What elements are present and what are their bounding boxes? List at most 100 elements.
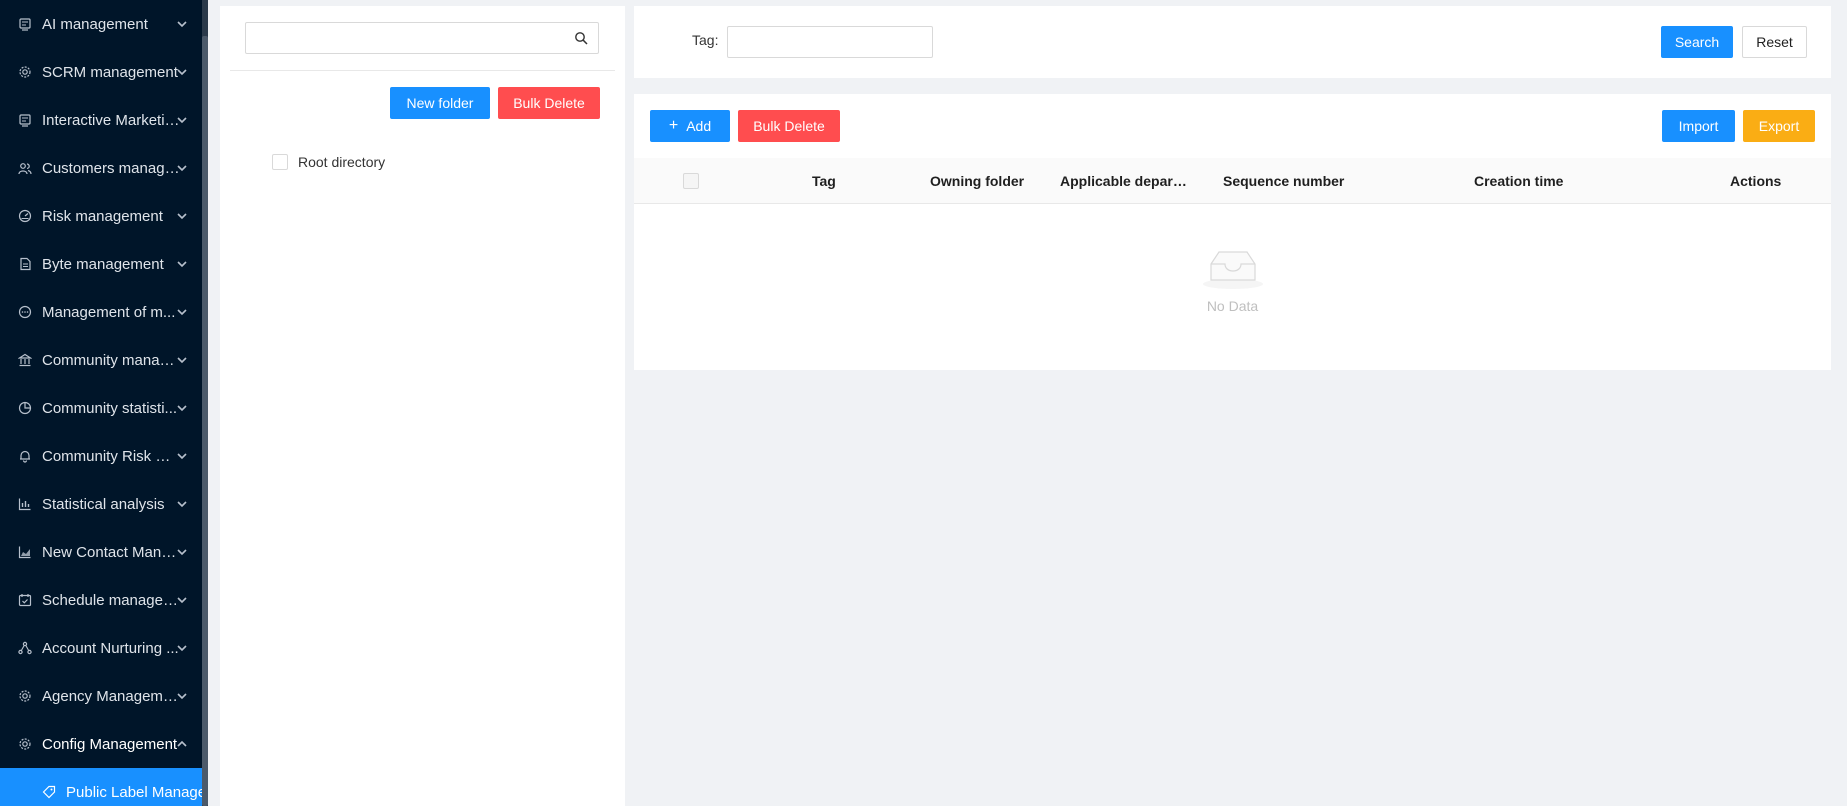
tag-filter-label: Tag: (692, 32, 719, 48)
users-icon (18, 161, 32, 175)
pie-chart-icon (18, 401, 32, 415)
gear-icon (18, 65, 32, 79)
add-button[interactable]: + Add (650, 110, 730, 142)
sidebar-item-label: Config Management (42, 735, 178, 753)
export-button[interactable]: Export (1743, 110, 1815, 142)
bank-icon (18, 353, 32, 367)
sidebar-item-management-of-m[interactable]: Management of m... (0, 288, 208, 336)
chat-icon (18, 305, 32, 319)
sidebar-item-label: AI management (42, 15, 148, 33)
sidebar-item-label: SCRM management (42, 63, 178, 81)
folder-divider (230, 70, 615, 71)
sidebar-item-label: Statistical analysis (42, 495, 165, 513)
gear-icon (18, 737, 32, 751)
chevron-down-icon (177, 261, 187, 268)
chevron-down-icon (177, 165, 187, 172)
plus-icon: + (668, 117, 679, 134)
chevron-down-icon (177, 453, 187, 460)
sidebar-item-label: Schedule managem... (42, 591, 180, 609)
sidebar-subitem-public-label-management[interactable]: Public Label Management (0, 768, 208, 806)
sidebar: AI management SCRM management Interactive … (0, 0, 208, 806)
column-header-tag[interactable]: Tag (812, 158, 902, 204)
reset-button[interactable]: Reset (1742, 26, 1807, 58)
dashboard-icon (18, 209, 32, 223)
sidebar-item-label: Community Risk Co... (42, 447, 180, 465)
file-icon (18, 257, 32, 271)
sidebar-item-community-statisti[interactable]: Community statisti... (0, 384, 208, 432)
chevron-down-icon (177, 117, 187, 124)
monitor-icon (18, 17, 32, 31)
column-header-applicable-department[interactable]: Applicable depart... (1060, 158, 1188, 204)
tag-filter-input[interactable] (727, 26, 933, 58)
sidebar-item-label: Community manag... (42, 351, 180, 369)
sidebar-item-ai-management[interactable]: AI management (0, 0, 208, 48)
bulk-delete-folder-button[interactable]: Bulk Delete (498, 87, 600, 119)
sidebar-item-label: Agency Management (42, 687, 180, 705)
column-header-sequence-number[interactable]: Sequence number (1223, 158, 1383, 204)
chevron-down-icon (177, 693, 187, 700)
select-all-checkbox[interactable] (683, 173, 699, 189)
root-checkbox[interactable] (272, 154, 288, 170)
bell-icon (18, 449, 32, 463)
chevron-down-icon (177, 213, 187, 220)
sidebar-item-interactive-marketing[interactable]: Interactive Marketing (0, 96, 208, 144)
no-data-text: No Data (1206, 298, 1259, 314)
search-button[interactable]: Search (1661, 26, 1733, 58)
sidebar-item-scrm-management[interactable]: SCRM management (0, 48, 208, 96)
chevron-down-icon (177, 69, 187, 76)
monitor-icon (18, 113, 32, 127)
table-panel: + Add Bulk Delete Import Export Tag Owni… (634, 94, 1831, 370)
chevron-down-icon (177, 501, 187, 508)
add-button-label: Add (686, 118, 712, 134)
column-header-actions[interactable]: Actions (1730, 158, 1810, 204)
sidebar-item-statistical-analysis[interactable]: Statistical analysis (0, 480, 208, 528)
sidebar-menu: AI management SCRM management Interactive … (0, 0, 208, 806)
sidebar-item-label: Community statisti... (42, 399, 178, 417)
sidebar-item-label: Risk management (42, 207, 163, 225)
sidebar-item-label: Account Nurturing ... (42, 639, 179, 657)
chevron-down-icon (177, 597, 187, 604)
search-icon[interactable] (574, 31, 588, 45)
sidebar-item-byte-management[interactable]: Byte management (0, 240, 208, 288)
sidebar-item-agency-management[interactable]: Agency Management (0, 672, 208, 720)
chevron-down-icon (177, 309, 187, 316)
folder-search-box (245, 22, 599, 54)
column-header-owning-folder[interactable]: Owning folder (930, 158, 1050, 204)
sidebar-subitem-label: Public Label Management (66, 783, 208, 801)
sidebar-item-config-management[interactable]: Config Management (0, 720, 208, 768)
import-button[interactable]: Import (1662, 110, 1735, 142)
bulk-delete-button[interactable]: Bulk Delete (738, 110, 840, 142)
tree-node-root[interactable]: Root directory (272, 154, 385, 170)
sidebar-item-risk-management[interactable]: Risk management (0, 192, 208, 240)
filter-panel: Tag: Search Reset (634, 6, 1831, 78)
chevron-down-icon (177, 357, 187, 364)
sidebar-item-schedule-managem[interactable]: Schedule managem... (0, 576, 208, 624)
sidebar-item-account-nurturing[interactable]: Account Nurturing ... (0, 624, 208, 672)
tag-icon (42, 785, 56, 799)
new-folder-button[interactable]: New folder (390, 87, 490, 119)
area-chart-icon (18, 545, 32, 559)
bar-chart-icon (18, 497, 32, 511)
folder-search-input[interactable] (246, 23, 556, 53)
chevron-down-icon (177, 549, 187, 556)
sidebar-scroll-thumb[interactable] (202, 36, 208, 806)
nodes-icon (18, 641, 32, 655)
chevron-up-icon (177, 740, 187, 747)
table-header: Tag Owning folder Applicable depart... S… (634, 158, 1831, 204)
sidebar-scrollbar[interactable] (202, 0, 208, 806)
sidebar-item-label: Management of m... (42, 303, 176, 321)
sidebar-item-customers-manage[interactable]: Customers manage... (0, 144, 208, 192)
chevron-down-icon (177, 21, 187, 28)
sidebar-item-label: Interactive Marketing (42, 111, 180, 129)
chevron-down-icon (177, 405, 187, 412)
folder-panel: New folder Bulk Delete Root directory (220, 6, 625, 806)
sidebar-item-community-risk-co[interactable]: Community Risk Co... (0, 432, 208, 480)
root-directory-label[interactable]: Root directory (298, 154, 385, 170)
sidebar-item-new-contact-mana[interactable]: New Contact Mana... (0, 528, 208, 576)
empty-state: No Data (634, 246, 1831, 314)
sidebar-item-community-manag[interactable]: Community manag... (0, 336, 208, 384)
sidebar-item-label: New Contact Mana... (42, 543, 180, 561)
calendar-check-icon (18, 593, 32, 607)
column-header-creation-time[interactable]: Creation time (1474, 158, 1614, 204)
empty-inbox-icon (1202, 251, 1263, 289)
